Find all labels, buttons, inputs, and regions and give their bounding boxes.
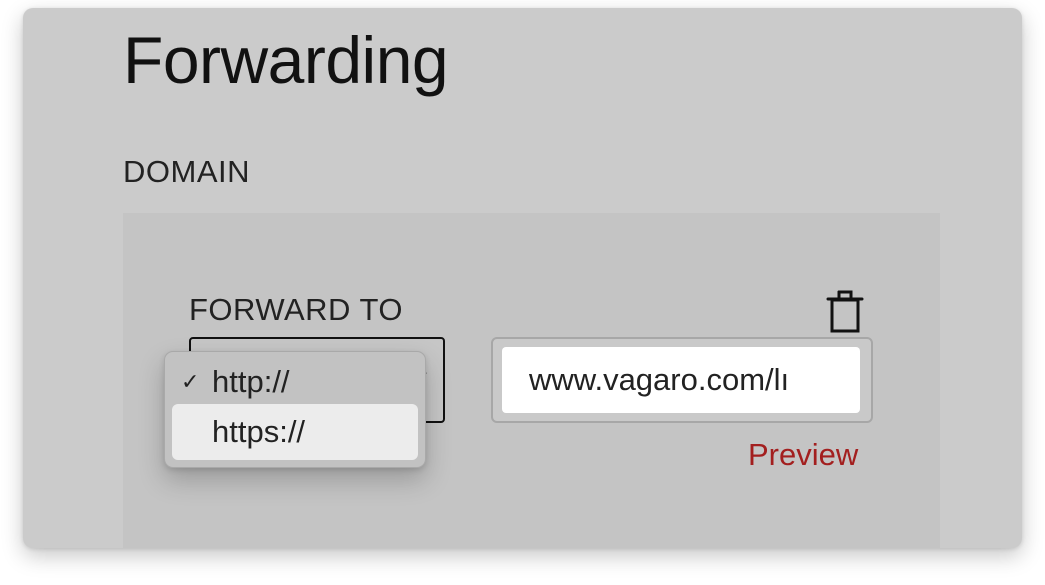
protocol-option-label: https:// <box>212 414 306 449</box>
protocol-option-http[interactable]: ✓ http:// <box>172 354 418 410</box>
url-field-wrapper <box>491 337 873 423</box>
domain-section-label: DOMAIN <box>123 154 250 189</box>
protocol-option-label: http:// <box>212 364 290 399</box>
preview-link[interactable]: Preview <box>748 435 858 475</box>
trash-icon[interactable] <box>826 290 864 334</box>
forward-to-label: FORWARD TO <box>189 292 403 327</box>
trash-icon-svg <box>826 290 864 333</box>
checkmark-icon: ✓ <box>181 369 200 394</box>
protocol-option-https[interactable]: https:// <box>172 404 418 460</box>
protocol-dropdown-menu: ✓ http:// https:// <box>164 351 426 468</box>
page-title: Forwarding <box>123 23 449 97</box>
forward-url-input[interactable] <box>502 347 860 413</box>
